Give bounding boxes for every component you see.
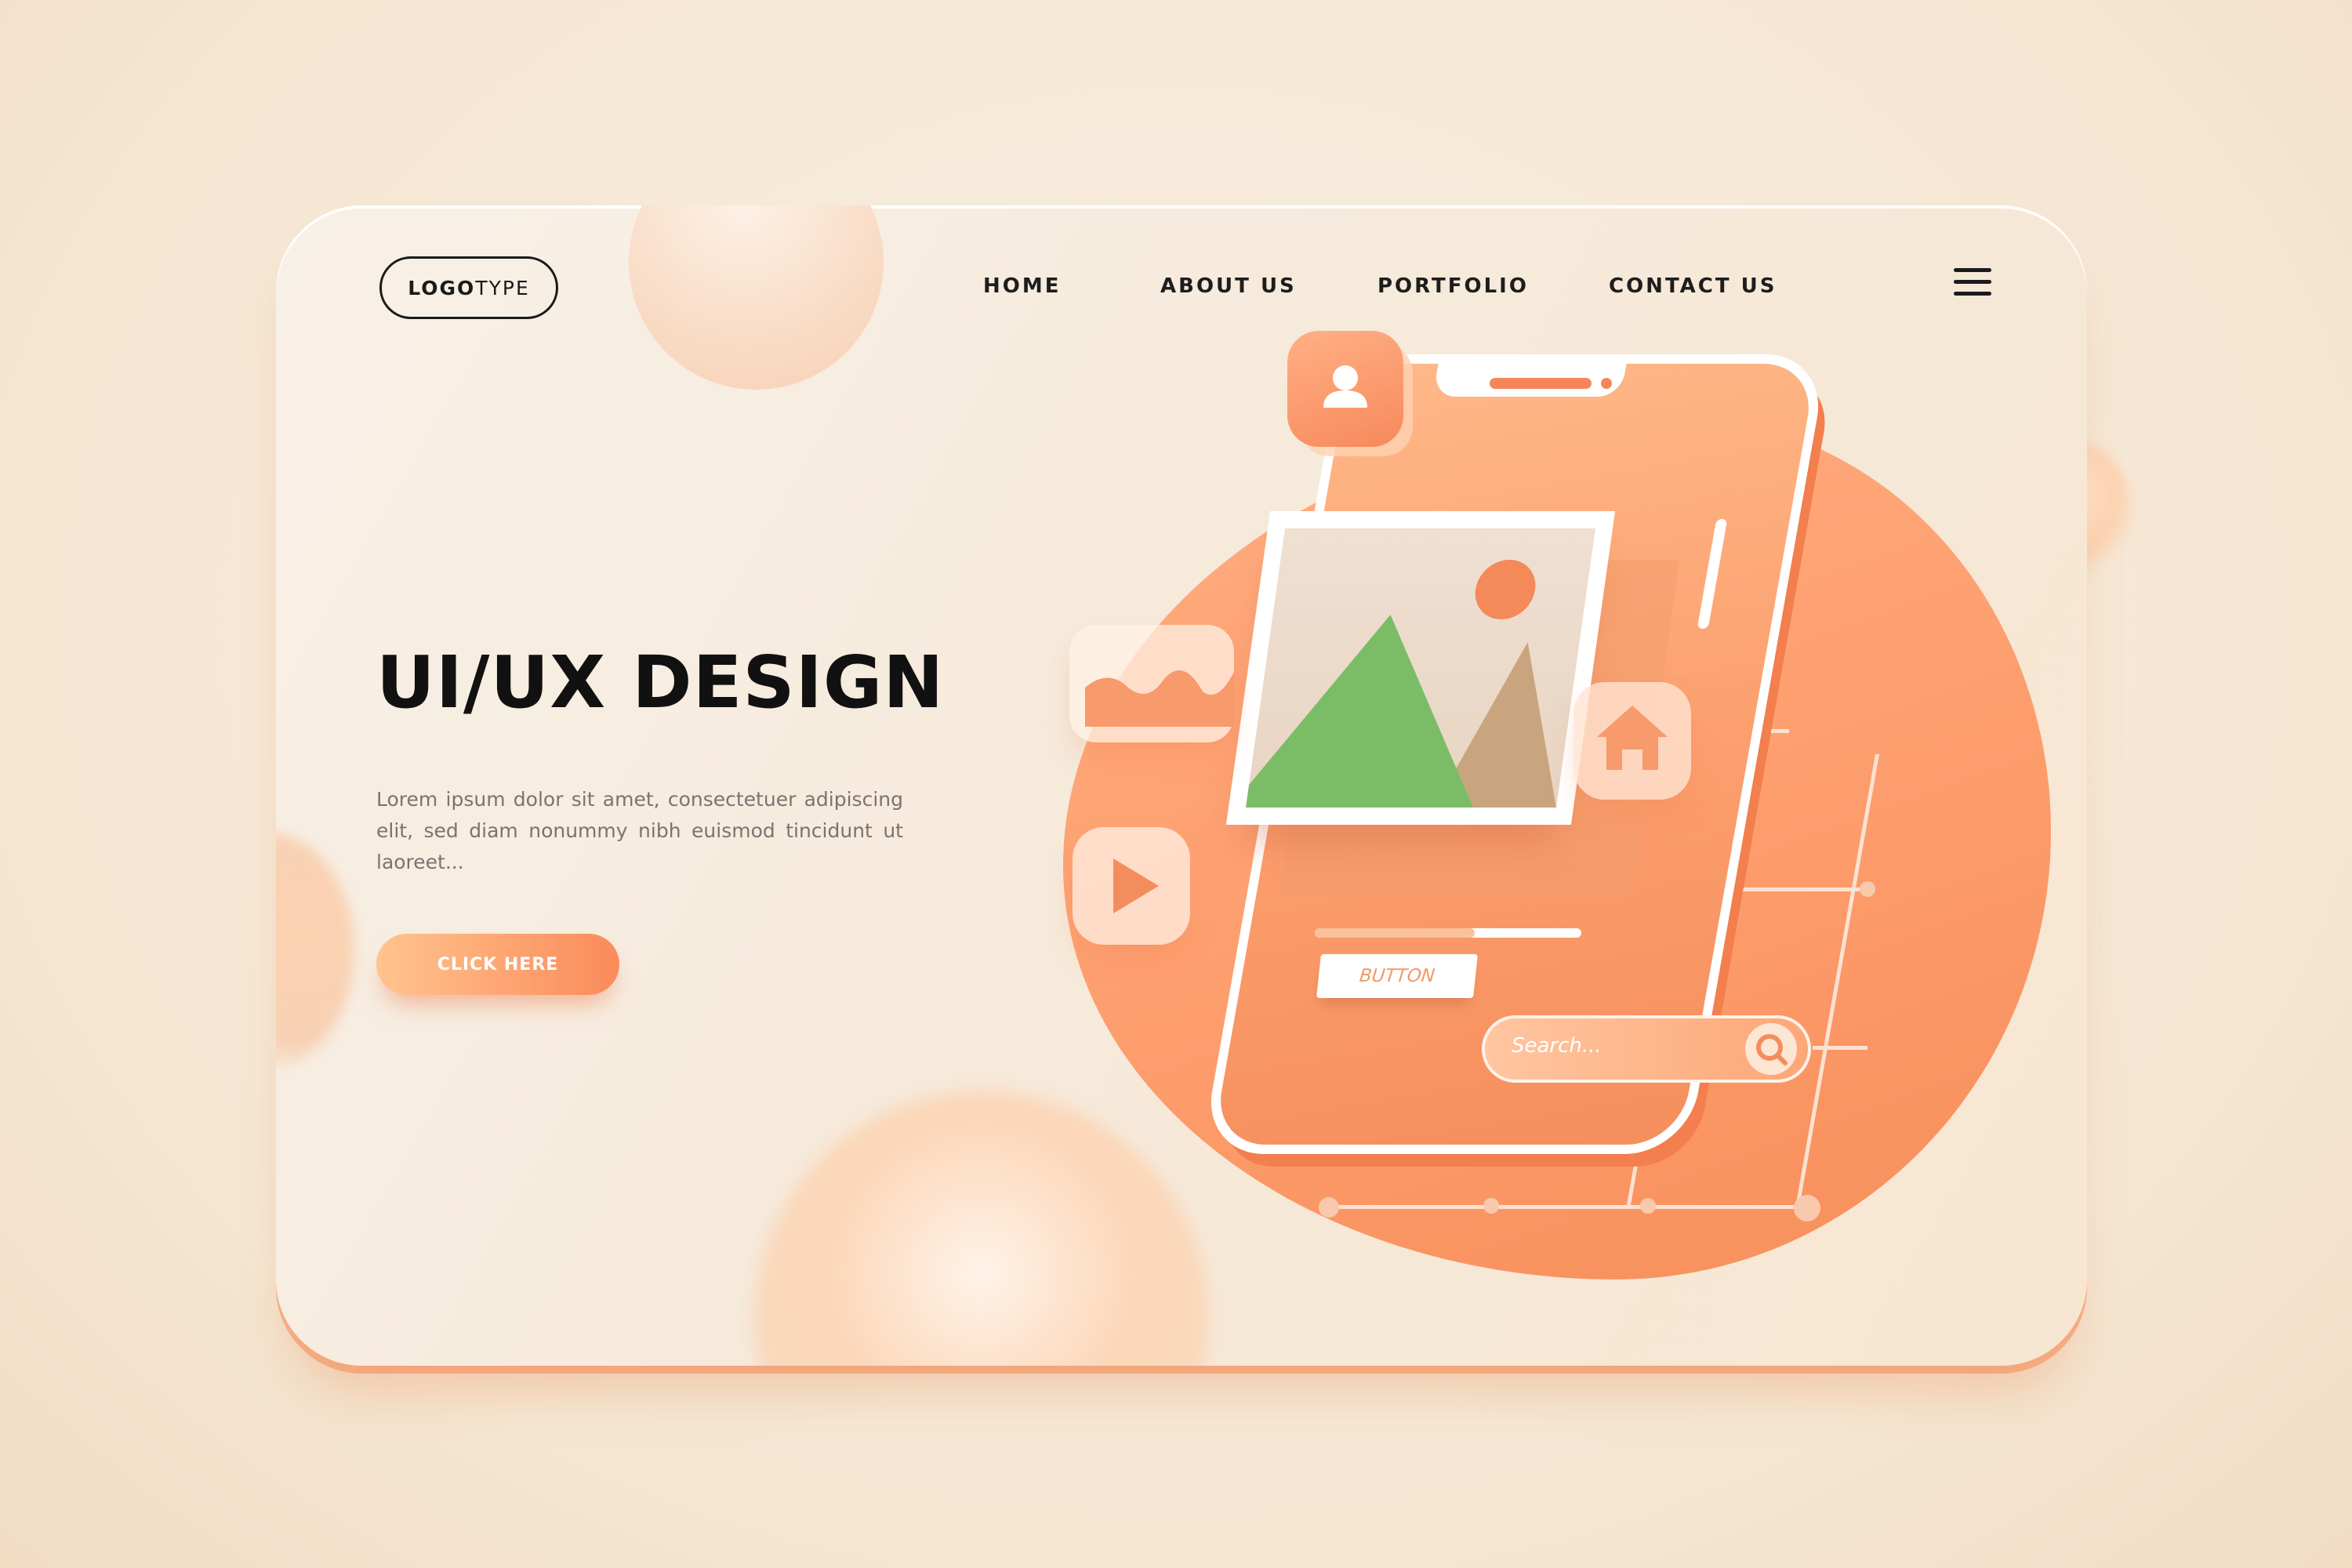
- hamburger-icon[interactable]: [1954, 268, 1993, 299]
- grid-line: [1813, 1046, 1867, 1050]
- home-icon: [1597, 706, 1668, 770]
- decorative-sphere: [276, 833, 354, 1068]
- grid-node: [1319, 1197, 1339, 1218]
- grid-node: [1860, 881, 1875, 897]
- landing-card: LOGO TYPE HOME ABOUT US PORTFOLIO CONTACT…: [276, 205, 2087, 1366]
- chart-icon: [1085, 670, 1234, 727]
- play-badge[interactable]: [1073, 827, 1190, 945]
- grid-line: [1327, 1205, 1805, 1209]
- page-title: UI/UX DESIGN: [376, 641, 945, 724]
- decorative-sphere: [754, 1091, 1209, 1366]
- click-here-button[interactable]: CLICK HERE: [376, 934, 619, 995]
- nav-contact-us[interactable]: CONTACT US: [1609, 274, 1777, 298]
- grid-node: [1794, 1195, 1820, 1221]
- mountain-graphic: [1245, 560, 1556, 808]
- phone-screen-button[interactable]: BUTTON: [1316, 954, 1478, 998]
- grid-node: [1640, 1198, 1656, 1214]
- nav-portfolio[interactable]: PORTFOLIO: [1377, 274, 1529, 298]
- image-card: [1225, 511, 1616, 825]
- decorative-sphere: [629, 205, 884, 390]
- play-icon: [1113, 858, 1159, 913]
- logo-bold-text: LOGO: [408, 276, 476, 299]
- hero-description: Lorem ipsum dolor sit amet, consectetuer…: [376, 788, 903, 873]
- phone-notch: [1432, 354, 1628, 397]
- grid-node: [1483, 1198, 1499, 1214]
- chart-card: [1069, 625, 1234, 742]
- search-icon[interactable]: [1745, 1023, 1797, 1075]
- nav-about-us[interactable]: ABOUT US: [1160, 274, 1297, 298]
- logo[interactable]: LOGO TYPE: [379, 256, 558, 319]
- progress-fill: [1315, 928, 1475, 938]
- progress-bar: [1315, 928, 1581, 938]
- user-icon: [1323, 365, 1367, 408]
- logo-light-text: TYPE: [475, 276, 530, 299]
- nav-home[interactable]: HOME: [983, 274, 1062, 298]
- search-input[interactable]: Search...: [1512, 1034, 1602, 1058]
- home-badge[interactable]: [1573, 682, 1691, 800]
- user-badge[interactable]: [1287, 331, 1403, 447]
- phone-speaker: [1490, 378, 1592, 389]
- image-icon: [1245, 528, 1596, 808]
- search-bar[interactable]: Search...: [1482, 1015, 1811, 1083]
- phone-camera: [1601, 378, 1612, 389]
